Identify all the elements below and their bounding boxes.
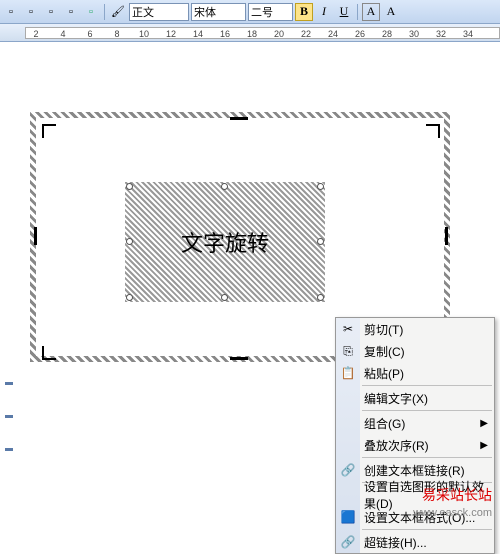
selection-handle[interactable] (126, 238, 133, 245)
ruler-bar: 246810121416182022242628303234 (25, 27, 500, 39)
ruler-tick-label: 18 (247, 29, 257, 39)
menu-item-icon (339, 486, 357, 504)
menu-item-icon (339, 414, 357, 432)
submenu-arrow-icon: ▶ (480, 418, 488, 429)
ruler-tick-label: 32 (436, 29, 446, 39)
selection-handle[interactable] (317, 294, 324, 301)
ruler-tick-label: 4 (60, 29, 65, 39)
watermark-text: 易采站长站 (413, 488, 492, 506)
menu-item-icon: ✂ (339, 320, 357, 338)
menu-item-label: 叠放次序(R) (364, 437, 429, 454)
menu-item-label: 剪切(T) (364, 321, 403, 338)
ruler-tick-label: 6 (87, 29, 92, 39)
vertical-ruler-marks (5, 382, 17, 481)
horizontal-ruler[interactable]: 246810121416182022242628303234 (0, 24, 500, 42)
ruler-tick-label: 26 (355, 29, 365, 39)
resize-handle[interactable] (445, 227, 448, 245)
italic-button[interactable]: I (315, 3, 333, 21)
menu-item-icon: ⎘ (339, 342, 357, 360)
ruler-tick-label: 10 (139, 29, 149, 39)
menu-item[interactable]: 叠放次序(R) ▶ (336, 434, 494, 456)
menu-separator (362, 410, 492, 411)
submenu-arrow-icon: ▶ (480, 440, 488, 451)
divider (104, 4, 105, 20)
ruler-tick-label: 2 (33, 29, 38, 39)
selection-handle[interactable] (317, 183, 324, 190)
ruler-tick-label: 14 (193, 29, 203, 39)
menu-item-icon (339, 389, 357, 407)
menu-separator (362, 529, 492, 530)
resize-handle[interactable] (230, 117, 248, 120)
crop-mark-icon (42, 124, 64, 146)
menu-item[interactable]: 📋 粘贴(P) (336, 362, 494, 384)
ruler-tick-label: 16 (220, 29, 230, 39)
underline-button[interactable]: U (335, 3, 353, 21)
menu-item[interactable]: ✂ 剪切(T) (336, 318, 494, 340)
selection-handle[interactable] (317, 238, 324, 245)
menu-separator (362, 385, 492, 386)
ruler-tick-label: 8 (114, 29, 119, 39)
font-size-dropdown[interactable] (248, 3, 293, 21)
menu-item-label: 复制(C) (364, 343, 405, 360)
menu-item-icon: 🔗 (339, 461, 357, 479)
selection-handle[interactable] (126, 294, 133, 301)
document-canvas[interactable]: 文字旋转 ✂剪切(T)⎘复制(C)📋粘贴(P)编辑文字(X)组合(G)▶叠放次序… (0, 42, 500, 522)
selection-handle[interactable] (126, 183, 133, 190)
qat-button[interactable]: ▫ (42, 3, 60, 21)
ruler-tick-label: 20 (274, 29, 284, 39)
selection-handle[interactable] (221, 183, 228, 190)
crop-mark-icon (418, 124, 440, 146)
menu-item-label: 编辑文字(X) (364, 390, 428, 407)
qat-button[interactable]: ▫ (22, 3, 40, 21)
menu-item-label: 创建文本框链接(R) (364, 462, 465, 479)
ruler-tick-label: 24 (328, 29, 338, 39)
selection-handle[interactable] (221, 294, 228, 301)
font-dropdown[interactable] (191, 3, 246, 21)
resize-handle[interactable] (34, 227, 37, 245)
menu-item-label: 组合(G) (364, 415, 405, 432)
qat-button[interactable]: ▫ (62, 3, 80, 21)
menu-item-icon: 🟦 (339, 508, 357, 526)
style-dropdown[interactable] (129, 3, 189, 21)
menu-separator (362, 457, 492, 458)
menu-item-icon: 🔗 (339, 533, 357, 551)
menu-item-icon: 📋 (339, 364, 357, 382)
menu-item[interactable]: 🔗 超链接(H)... (336, 531, 494, 553)
char-border-button[interactable]: A (362, 3, 380, 21)
qat-button[interactable]: ▫ (82, 3, 100, 21)
menu-item-label: 超链接(H)... (364, 534, 427, 551)
bold-button[interactable]: B (295, 3, 313, 21)
menu-item-icon (339, 436, 357, 454)
menu-item[interactable]: 组合(G) ▶ (336, 412, 494, 434)
divider (357, 4, 358, 20)
resize-handle[interactable] (230, 357, 248, 360)
formatting-toolbar: ▫ ▫ ▫ ▫ ▫ 🖌 B I U A A (0, 0, 500, 24)
crop-mark-icon (42, 338, 64, 360)
menu-item-label: 粘贴(P) (364, 365, 404, 382)
ruler-tick-label: 22 (301, 29, 311, 39)
ruler-tick-label: 30 (409, 29, 419, 39)
menu-item[interactable]: 编辑文字(X) (336, 387, 494, 409)
qat-button[interactable]: ▫ (2, 3, 20, 21)
watermark: 易采站长站 www.easck.com (413, 488, 492, 520)
char-shading-button[interactable]: A (382, 3, 400, 21)
text-box-content: 文字旋转 (130, 187, 320, 297)
ruler-tick-label: 12 (166, 29, 176, 39)
watermark-url: www.easck.com (413, 506, 492, 520)
ruler-tick-label: 34 (463, 29, 473, 39)
format-painter-icon[interactable]: 🖌 (109, 3, 127, 21)
ruler-tick-label: 28 (382, 29, 392, 39)
text-box-selected[interactable]: 文字旋转 (125, 182, 325, 302)
menu-item[interactable]: ⎘ 复制(C) (336, 340, 494, 362)
